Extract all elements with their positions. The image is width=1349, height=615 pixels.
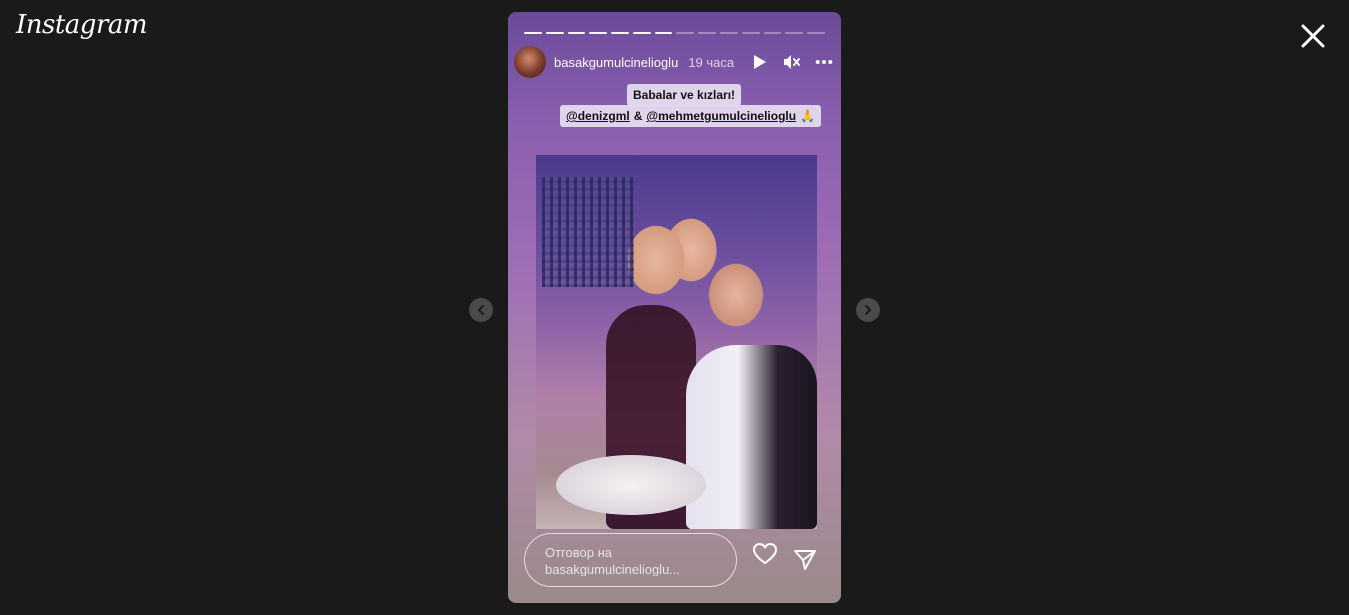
story-photo <box>536 155 817 529</box>
progress-segment <box>807 32 825 34</box>
instagram-logo[interactable]: Instagram <box>16 10 148 40</box>
progress-segment <box>763 32 782 34</box>
progress-segment <box>567 32 586 34</box>
chevron-right-icon <box>865 305 872 315</box>
story-caption-title: Babalar ve kızları! <box>627 84 742 106</box>
progress-segment <box>524 32 542 34</box>
progress-segment <box>741 32 760 34</box>
close-icon <box>1301 24 1325 48</box>
share-button[interactable] <box>793 548 817 572</box>
heart-icon <box>753 543 777 564</box>
progress-segment <box>720 32 738 34</box>
mute-button[interactable] <box>783 53 801 71</box>
progress-segment <box>676 32 695 34</box>
story-caption-mentions: @denizgml & @mehmetgumulcinelioglu 🙏 <box>560 105 822 127</box>
mention-link[interactable]: @denizgml <box>566 109 630 123</box>
close-button[interactable] <box>1300 23 1326 49</box>
progress-segment <box>545 32 564 34</box>
progress-segment <box>611 32 629 34</box>
progress-segment <box>654 32 673 34</box>
chevron-left-icon <box>477 305 484 315</box>
muted-speaker-icon <box>784 55 800 69</box>
mention-link[interactable]: @mehmetgumulcinelioglu <box>646 109 796 123</box>
progress-segment <box>632 32 651 34</box>
caption-ampersand: & <box>633 109 643 123</box>
progress-segment <box>589 32 608 34</box>
praying-hands-emoji: 🙏 <box>800 109 816 123</box>
play-button[interactable] <box>751 53 769 71</box>
story-timestamp: 19 часа <box>688 54 735 70</box>
story-header: basakgumulcinelioglu 19 часа <box>514 46 833 78</box>
reply-input[interactable] <box>545 544 716 576</box>
reply-field[interactable] <box>524 533 737 587</box>
previous-story-button[interactable] <box>469 298 493 322</box>
progress-segment <box>785 32 804 34</box>
story-username[interactable]: basakgumulcinelioglu <box>554 55 678 70</box>
more-options-icon <box>815 60 833 64</box>
story-progress-bar <box>524 32 825 34</box>
like-button[interactable] <box>752 542 778 566</box>
send-icon <box>794 550 816 570</box>
progress-segment <box>698 32 717 34</box>
story-viewer[interactable]: basakgumulcinelioglu 19 часа Babalar ve … <box>508 12 841 603</box>
play-icon <box>754 55 766 69</box>
more-options-button[interactable] <box>815 53 833 71</box>
next-story-button[interactable] <box>856 298 880 322</box>
avatar[interactable] <box>514 46 546 78</box>
